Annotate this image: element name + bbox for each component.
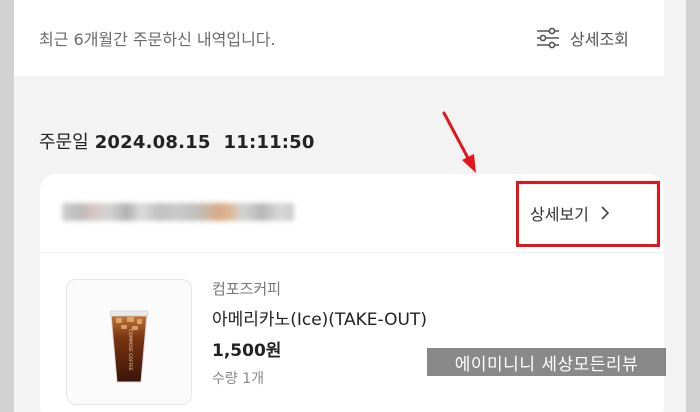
sliders-icon xyxy=(537,27,559,49)
product-image[interactable]: COMPOSE COFFEE xyxy=(66,279,192,405)
product-brand: 컴포즈커피 xyxy=(212,280,282,298)
detail-search-label: 상세조회 xyxy=(570,30,629,49)
order-date-label: 주문일 xyxy=(39,132,89,153)
blurred-store-info xyxy=(62,203,294,221)
notice-bar: 최근 6개월간 주문하신 내역입니다. 상세조회 xyxy=(14,0,664,76)
card-divider xyxy=(40,252,664,253)
detail-search-button[interactable]: 상세조회 xyxy=(536,22,629,54)
highlight-box xyxy=(516,181,660,247)
watermark: 에이미니니 세상모든리뷰 xyxy=(427,348,666,376)
order-card: 상세보기 COMPOSE COFFEE 컴포즈커피 아메리카노(Ice)(TAK… xyxy=(40,174,664,412)
order-card-header: 상세보기 xyxy=(40,174,664,252)
svg-text:COMPOSE COFFEE: COMPOSE COFFEE xyxy=(127,329,133,371)
order-date: 주문일 2024.08.15 11:11:50 xyxy=(39,128,315,154)
product-name: 아메리카노(Ice)(TAKE-OUT) xyxy=(212,310,427,330)
order-date-value: 2024.08.15 11:11:50 xyxy=(94,132,315,153)
notice-text: 최근 6개월간 주문하신 내역입니다. xyxy=(39,30,276,49)
iced-coffee-cup-image: COMPOSE COFFEE xyxy=(109,310,149,383)
